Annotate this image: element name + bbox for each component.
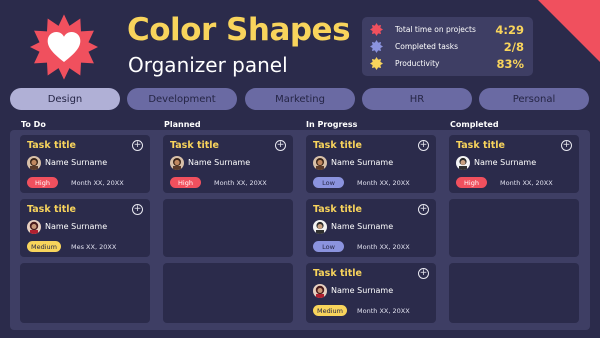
task-title: Task title xyxy=(170,140,219,151)
assignee-name: Name Surname xyxy=(331,222,394,231)
blue-star-icon xyxy=(370,40,383,53)
tab-bar: Design Development Marketing HR Personal xyxy=(10,88,590,110)
add-icon[interactable]: + xyxy=(418,140,429,151)
priority-badge: Medium xyxy=(27,241,61,252)
yellow-star-icon xyxy=(370,57,383,70)
empty-slot xyxy=(449,199,579,257)
priority-badge: Low xyxy=(313,177,344,188)
task-card[interactable]: Task title + Name Surname Medium Mes XX,… xyxy=(20,199,150,257)
task-title: Task title xyxy=(313,140,362,151)
empty-slot xyxy=(449,263,579,323)
tab-development[interactable]: Development xyxy=(127,88,237,110)
stat-value: 2/8 xyxy=(503,39,524,54)
column-label-todo: To Do xyxy=(21,120,46,129)
task-title: Task title xyxy=(313,204,362,215)
empty-slot xyxy=(20,263,150,323)
assignee-name: Name Surname xyxy=(45,158,108,167)
avatar xyxy=(313,220,327,234)
due-date: Month XX, 20XX xyxy=(500,179,553,187)
stat-label: Completed tasks xyxy=(395,42,458,51)
due-date: Month XX, 20XX xyxy=(357,179,410,187)
avatar xyxy=(313,284,327,298)
task-card[interactable]: Task title + Name Surname High Month XX,… xyxy=(449,135,579,193)
avatar xyxy=(456,156,470,170)
priority-badge: High xyxy=(27,177,58,188)
due-date: Month XX, 20XX xyxy=(214,179,267,187)
priority-badge: Medium xyxy=(313,305,347,316)
tab-personal[interactable]: Personal xyxy=(479,88,589,110)
assignee-name: Name Surname xyxy=(188,158,251,167)
empty-slot xyxy=(163,263,293,323)
task-card[interactable]: Task title + Name Surname Low Month XX, … xyxy=(306,199,436,257)
add-icon[interactable]: + xyxy=(275,140,286,151)
stat-label: Total time on projects xyxy=(395,25,476,34)
task-card[interactable]: Task title + Name Surname Low Month XX, … xyxy=(306,135,436,193)
task-title: Task title xyxy=(313,268,362,279)
tab-marketing[interactable]: Marketing xyxy=(245,88,355,110)
assignee-name: Name Surname xyxy=(331,286,394,295)
priority-badge: High xyxy=(170,177,201,188)
stat-row-productivity: Productivity 83% xyxy=(370,55,524,72)
priority-badge: Low xyxy=(313,241,344,252)
stat-value: 83% xyxy=(496,56,524,71)
avatar xyxy=(27,220,41,234)
task-title: Task title xyxy=(456,140,505,151)
priority-badge: High xyxy=(456,177,487,188)
stat-row-completed: Completed tasks 2/8 xyxy=(370,38,524,55)
stat-row-time: Total time on projects 4:29 xyxy=(370,21,524,38)
red-star-icon xyxy=(370,23,383,36)
tab-hr[interactable]: HR xyxy=(362,88,472,110)
assignee-name: Name Surname xyxy=(474,158,537,167)
app-title: Color Shapes xyxy=(127,12,351,48)
add-icon[interactable]: + xyxy=(418,204,429,215)
add-icon[interactable]: + xyxy=(132,140,143,151)
task-title: Task title xyxy=(27,140,76,151)
column-label-completed: Completed xyxy=(450,120,499,129)
assignee-name: Name Surname xyxy=(45,222,108,231)
avatar xyxy=(313,156,327,170)
due-date: Month XX, 20XX xyxy=(357,243,410,251)
heart-badge-logo xyxy=(30,14,98,80)
column-label-in-progress: In Progress xyxy=(306,120,358,129)
avatar xyxy=(27,156,41,170)
stat-value: 4:29 xyxy=(495,22,524,37)
assignee-name: Name Surname xyxy=(331,158,394,167)
due-date: Month XX, 20XX xyxy=(357,307,410,315)
app-subtitle: Organizer panel xyxy=(128,53,288,77)
corner-decoration xyxy=(538,0,600,62)
kanban-board: Task title + Name Surname High Month XX,… xyxy=(10,130,590,330)
tab-design[interactable]: Design xyxy=(10,88,120,110)
stat-label: Productivity xyxy=(395,59,440,68)
add-icon[interactable]: + xyxy=(132,204,143,215)
due-date: Mes XX, 20XX xyxy=(71,243,117,251)
empty-slot xyxy=(163,199,293,257)
column-label-planned: Planned xyxy=(164,120,201,129)
add-icon[interactable]: + xyxy=(561,140,572,151)
avatar xyxy=(170,156,184,170)
add-icon[interactable]: + xyxy=(418,268,429,279)
task-title: Task title xyxy=(27,204,76,215)
task-card[interactable]: Task title + Name Surname High Month XX,… xyxy=(163,135,293,193)
stats-panel: Total time on projects 4:29 Completed ta… xyxy=(362,17,533,76)
task-card[interactable]: Task title + Name Surname Medium Month X… xyxy=(306,263,436,323)
task-card[interactable]: Task title + Name Surname High Month XX,… xyxy=(20,135,150,193)
due-date: Month XX, 20XX xyxy=(71,179,124,187)
